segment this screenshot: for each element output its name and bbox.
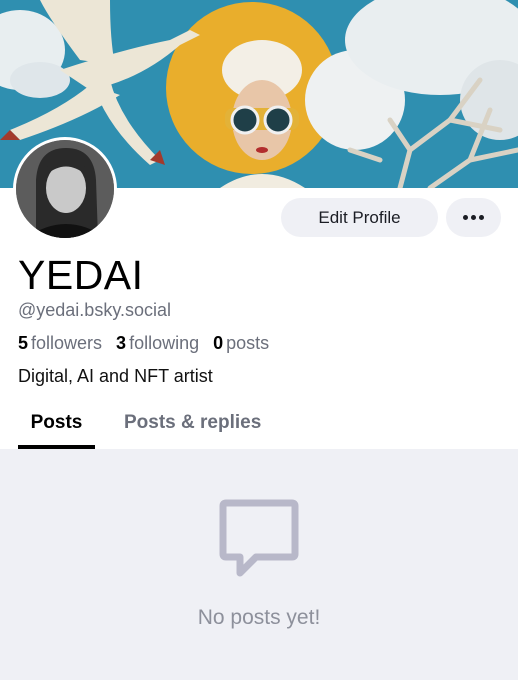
display-name: YEDAI xyxy=(18,252,144,298)
avatar-photo xyxy=(16,140,114,238)
profile-screen: Edit Profile YEDAI @yedai.bsky.social 5f… xyxy=(0,0,518,680)
ellipsis-icon xyxy=(463,215,484,220)
tab-replies-label: Posts & replies xyxy=(124,412,262,433)
posts-count: 0 posts xyxy=(213,333,269,354)
posts-label: posts xyxy=(226,333,270,353)
profile-stats: 5 followers 3 following 0 posts xyxy=(18,333,269,354)
tab-posts-label: Posts xyxy=(30,412,83,433)
following-count[interactable]: 3 following xyxy=(116,333,199,354)
more-options-button[interactable] xyxy=(446,198,501,237)
followers-label: followers xyxy=(31,333,103,353)
avatar[interactable] xyxy=(13,137,117,241)
empty-feed: No posts yet! xyxy=(0,449,518,680)
empty-message: No posts yet! xyxy=(197,606,321,629)
message-bubble-icon xyxy=(219,499,299,577)
profile-bio: Digital, AI and NFT artist xyxy=(18,366,213,386)
following-label: following xyxy=(129,333,200,353)
profile-tabs: Posts Posts & replies xyxy=(0,404,518,449)
posts-number: 0 xyxy=(213,333,224,353)
following-number: 3 xyxy=(116,333,127,353)
edit-profile-button[interactable]: Edit Profile xyxy=(281,198,438,237)
profile-handle: @yedai.bsky.social xyxy=(18,300,171,320)
tab-posts[interactable]: Posts xyxy=(18,404,95,449)
followers-number: 5 xyxy=(18,333,29,353)
followers-count[interactable]: 5 followers xyxy=(18,333,102,354)
tab-posts-and-replies[interactable]: Posts & replies xyxy=(124,404,261,449)
